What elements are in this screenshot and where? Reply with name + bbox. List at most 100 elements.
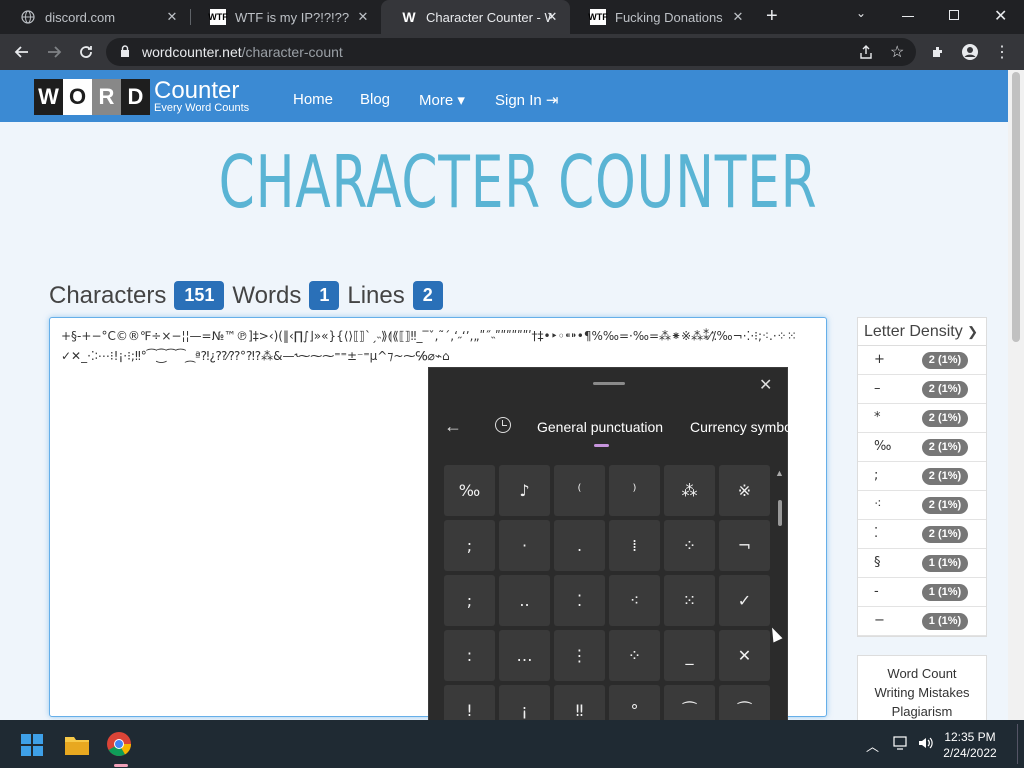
- density-row: - 1 (1%): [858, 578, 986, 607]
- windows-start-icon[interactable]: [21, 734, 43, 761]
- close-window-icon[interactable]: ✕: [994, 6, 1007, 26]
- profile-icon[interactable]: [958, 40, 982, 64]
- close-tab-icon[interactable]: ✕: [730, 9, 746, 25]
- close-icon[interactable]: ✕: [759, 375, 772, 395]
- file-explorer-icon[interactable]: [65, 735, 89, 760]
- symbol-key[interactable]: ⁘: [609, 630, 660, 681]
- close-tab-icon[interactable]: ✕: [544, 9, 560, 25]
- back-arrow-icon[interactable]: ←: [444, 416, 462, 437]
- lock-icon[interactable]: [120, 45, 130, 63]
- tab-search-icon[interactable]: ⌄: [856, 6, 866, 20]
- density-count-badge: 1 (1%): [922, 613, 968, 630]
- extensions-icon[interactable]: [926, 40, 950, 64]
- symbol-key[interactable]: ⁞: [609, 520, 660, 571]
- back-icon[interactable]: [10, 40, 34, 64]
- volume-icon[interactable]: [918, 736, 934, 753]
- density-row: ; 2 (1%): [858, 462, 986, 491]
- page-scrollbar[interactable]: [1008, 70, 1024, 720]
- url-path: /character-count: [241, 44, 343, 60]
- address-bar[interactable]: wordcounter.net/character-count ☆: [106, 38, 916, 66]
- recent-clock-icon[interactable]: [495, 417, 511, 433]
- page-title: CHARACTER COUNTER: [218, 140, 818, 224]
- density-char: –: [874, 381, 881, 396]
- symbol-key[interactable]: _: [664, 630, 715, 681]
- symbol-key[interactable]: .: [554, 520, 605, 571]
- panel-scroll-thumb[interactable]: [778, 500, 782, 526]
- symbol-key[interactable]: ..: [499, 575, 550, 626]
- show-desktop-button[interactable]: [1017, 724, 1018, 764]
- clock-time: 12:35 PM: [944, 730, 996, 744]
- symbol-key[interactable]: ;: [444, 575, 495, 626]
- letter-density-panel: Letter Density ❯ +2 (1%) – 2 (1%) * 2 (1%) ‰ 2…: [857, 317, 987, 637]
- symbol-key[interactable]: ⁙: [664, 575, 715, 626]
- symbol-key[interactable]: ⁽: [554, 465, 605, 516]
- symbol-key[interactable]: ;: [444, 520, 495, 571]
- panel-scrollbar[interactable]: ▲ ▼: [775, 468, 784, 763]
- density-char: ⁚: [874, 526, 879, 541]
- symbol-key[interactable]: ⁾: [609, 465, 660, 516]
- symbol-key[interactable]: ✕: [719, 630, 770, 681]
- reload-icon[interactable]: [74, 40, 98, 64]
- chrome-icon[interactable]: [106, 731, 134, 759]
- scroll-up-icon[interactable]: ▲: [775, 468, 784, 478]
- symbol-key[interactable]: ⋮: [554, 630, 605, 681]
- scrollbar-thumb[interactable]: [1012, 72, 1020, 342]
- symbol-key[interactable]: ✓: [719, 575, 770, 626]
- globe-icon: [20, 9, 36, 25]
- active-tab-indicator: [594, 444, 609, 447]
- symbol-key[interactable]: ‰: [444, 465, 495, 516]
- nav-home[interactable]: Home: [293, 91, 333, 108]
- forward-icon[interactable]: [42, 40, 66, 64]
- tab-wtf-ip[interactable]: WTF WTF is my IP?!?!?? ✕: [190, 0, 381, 34]
- nav-signin[interactable]: Sign In ⇥: [495, 91, 558, 109]
- characters-count: 151: [174, 281, 225, 310]
- density-row: ⁖ 2 (1%): [858, 491, 986, 520]
- new-tab-button[interactable]: +: [766, 5, 778, 28]
- symbol-key[interactable]: ¬: [719, 520, 770, 571]
- close-tab-icon[interactable]: ✕: [164, 9, 180, 25]
- taskbar-clock[interactable]: 12:35 PM 2/24/2022: [940, 729, 1000, 761]
- nav-blog[interactable]: Blog: [360, 91, 390, 108]
- logo-text: Counter Every Word Counts: [154, 79, 249, 115]
- nav-more[interactable]: More ▾: [419, 91, 465, 109]
- density-char: ⁖: [874, 497, 882, 512]
- site-logo[interactable]: W O R D Counter Every Word Counts: [34, 79, 249, 115]
- network-icon[interactable]: [893, 736, 909, 753]
- symbol-key[interactable]: ⁂: [664, 465, 715, 516]
- symbol-key[interactable]: …: [499, 630, 550, 681]
- restore-icon[interactable]: [949, 10, 959, 20]
- symbol-key[interactable]: ※: [719, 465, 770, 516]
- density-row: – 2 (1%): [858, 375, 986, 404]
- minimize-icon[interactable]: [902, 16, 914, 17]
- lines-label: Lines: [347, 281, 405, 309]
- symbol-key[interactable]: ·: [499, 520, 550, 571]
- link-word-count[interactable]: Word Count: [858, 664, 986, 683]
- drag-handle[interactable]: [593, 382, 625, 385]
- density-count-badge: 2 (1%): [922, 468, 968, 485]
- close-tab-icon[interactable]: ✕: [355, 9, 371, 25]
- share-icon[interactable]: [858, 44, 874, 65]
- symbol-key[interactable]: ♪: [499, 465, 550, 516]
- symbol-key[interactable]: ⁖: [609, 575, 660, 626]
- tab-donations[interactable]: WTF Fucking Donations ✕: [570, 0, 756, 34]
- density-char: ;: [874, 468, 879, 483]
- symbol-key[interactable]: :: [444, 630, 495, 681]
- tab-character-counter[interactable]: W Character Counter - W ✕: [381, 0, 570, 34]
- tab-currency-symbols[interactable]: Currency symbols: [690, 419, 788, 435]
- density-row: § 1 (1%): [858, 549, 986, 578]
- tab-discord[interactable]: discord.com ✕: [0, 0, 191, 34]
- symbol-key[interactable]: ⁚: [554, 575, 605, 626]
- menu-icon[interactable]: ⋮: [990, 40, 1014, 64]
- tab-title: Character Counter - W: [426, 9, 552, 25]
- density-header[interactable]: Letter Density ❯: [858, 318, 986, 346]
- density-count-badge: 1 (1%): [922, 584, 968, 601]
- url-text: wordcounter.net/character-count: [142, 44, 343, 60]
- symbol-key[interactable]: ⁘: [664, 520, 715, 571]
- tab-general-punctuation[interactable]: General punctuation: [537, 419, 663, 435]
- bookmark-star-icon[interactable]: ☆: [890, 42, 904, 62]
- link-writing-mistakes[interactable]: Writing Mistakes: [858, 683, 986, 702]
- editor-content[interactable]: +§-+−°C©®℉÷×−¦¦—=№™℗]‡>‹)(‖‹∏∫⌋»«}{⟨⟩⟦⟧`…: [61, 326, 801, 366]
- link-plagiarism[interactable]: Plagiarism: [858, 702, 986, 720]
- tray-chevron-icon[interactable]: ︿: [866, 736, 879, 755]
- density-row: ⁚ 2 (1%): [858, 520, 986, 549]
